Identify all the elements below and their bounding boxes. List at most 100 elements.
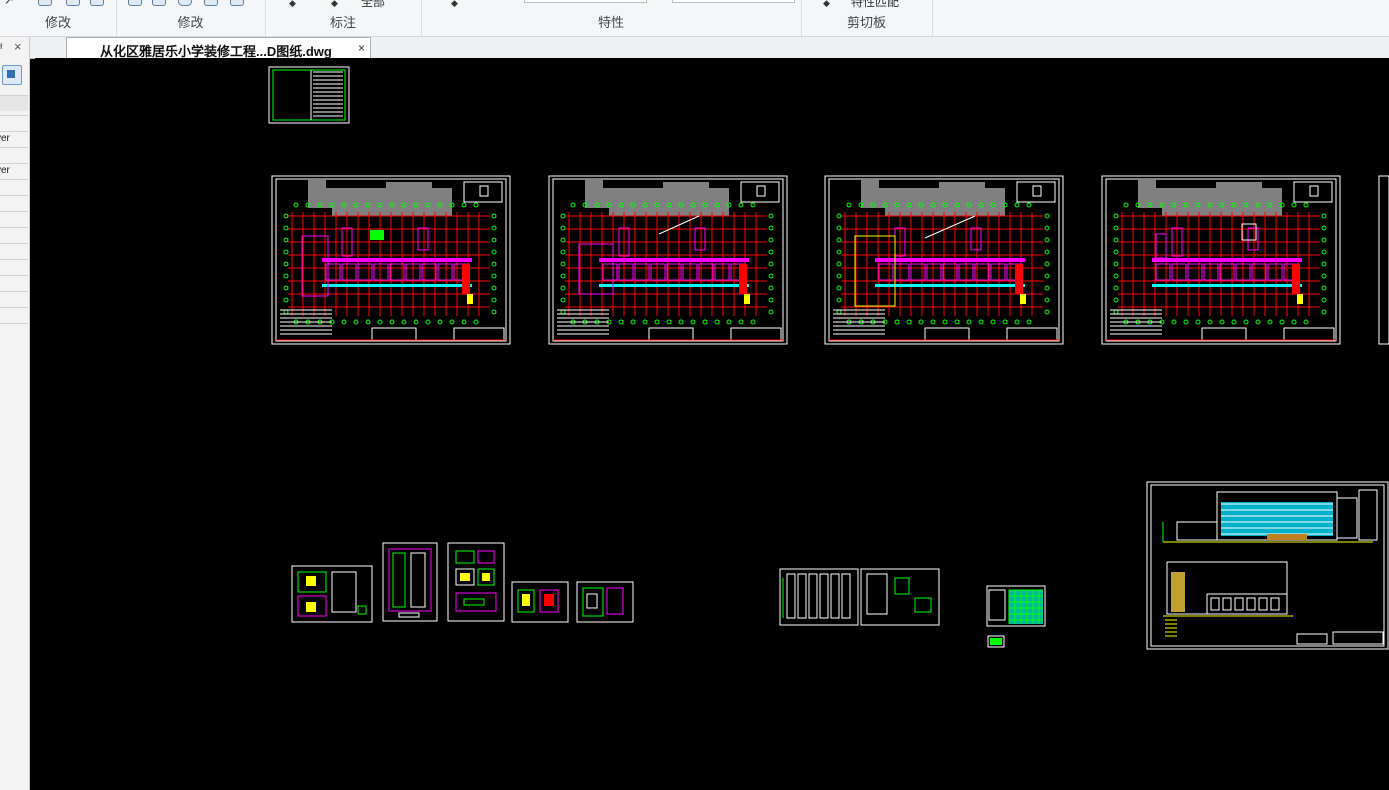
classroom-outline bbox=[1203, 263, 1219, 281]
dropdown-caret-icon[interactable]: ◆ bbox=[451, 0, 458, 9]
axis-bubble bbox=[836, 261, 842, 267]
title-block bbox=[371, 327, 417, 341]
axis-bubble bbox=[1291, 319, 1297, 325]
elevation-panel bbox=[819, 573, 829, 619]
detail-element bbox=[582, 587, 604, 617]
dropdown-caret-icon[interactable]: ◆ bbox=[289, 0, 296, 9]
dropdown-caret-icon[interactable]: ◆ bbox=[823, 0, 830, 9]
axis-bubble bbox=[491, 249, 497, 255]
floor-plan-sheet-frame bbox=[1378, 175, 1389, 345]
dim-all-button[interactable]: 全部 bbox=[361, 0, 385, 10]
match-properties-button[interactable]: 特性匹配 bbox=[851, 0, 899, 10]
axis-bubble bbox=[1044, 261, 1050, 267]
elevation-sheet-frame bbox=[779, 568, 859, 626]
palette-row[interactable] bbox=[0, 243, 28, 259]
palette-row[interactable] bbox=[0, 307, 28, 323]
classroom-outline bbox=[990, 263, 1006, 281]
axis-bubble bbox=[1113, 213, 1119, 219]
ribbon-clipped-icon[interactable] bbox=[178, 0, 192, 6]
palette-row[interactable]: yer bbox=[0, 131, 28, 147]
key-plan bbox=[740, 181, 780, 203]
palette-row[interactable]: yer bbox=[0, 163, 28, 179]
axis-bubble bbox=[738, 202, 744, 208]
palette-row[interactable] bbox=[0, 195, 28, 211]
axis-bubble bbox=[283, 309, 289, 315]
toilet-block bbox=[462, 264, 470, 294]
title-block bbox=[1283, 327, 1335, 341]
equipment-mark bbox=[1020, 294, 1026, 304]
ribbon-group-clipboard: ◆ 特性匹配 剪切板 bbox=[801, 0, 933, 36]
detail-element bbox=[463, 598, 485, 606]
axis-bubble bbox=[560, 309, 566, 315]
tab-close-icon[interactable]: × bbox=[358, 41, 365, 55]
detail-element bbox=[866, 573, 888, 615]
dropdown-caret-icon[interactable]: ◆ bbox=[331, 0, 338, 9]
palette-row[interactable] bbox=[0, 275, 28, 291]
ribbon-clipped-icon[interactable] bbox=[204, 0, 218, 6]
axis-bubble bbox=[750, 202, 756, 208]
color-select[interactable] bbox=[524, 0, 647, 3]
axis-bubble bbox=[1014, 319, 1020, 325]
axis-bubble bbox=[1303, 202, 1309, 208]
document-tab[interactable]: 从化区雅居乐小学装修工程...D图纸.dwg × bbox=[66, 37, 371, 59]
ribbon-clipped-icon[interactable] bbox=[152, 0, 166, 6]
axis-bubble bbox=[353, 319, 359, 325]
axis-bubble bbox=[836, 213, 842, 219]
equipment-mark bbox=[1297, 294, 1303, 304]
axis-bubble bbox=[750, 319, 756, 325]
quick-select-icon[interactable] bbox=[2, 65, 22, 85]
axis-bubble bbox=[1279, 319, 1285, 325]
detail-element bbox=[914, 597, 932, 613]
axis-bubble bbox=[1171, 319, 1177, 325]
corridor-line bbox=[322, 284, 472, 287]
elevation-panel bbox=[786, 573, 796, 619]
detail-element bbox=[894, 577, 910, 595]
low-block bbox=[1176, 521, 1218, 541]
linetype-select[interactable] bbox=[672, 0, 795, 3]
axis-bubble bbox=[1113, 273, 1119, 279]
title-block bbox=[1201, 327, 1247, 341]
elevation-panel bbox=[808, 573, 818, 619]
close-icon[interactable]: × bbox=[14, 39, 22, 54]
axis-bubble bbox=[654, 319, 660, 325]
palette-row[interactable] bbox=[0, 227, 28, 243]
classroom-outline bbox=[602, 263, 618, 281]
axis-bubble bbox=[768, 309, 774, 315]
stair-outline bbox=[417, 227, 429, 251]
axis-bubble bbox=[1321, 285, 1327, 291]
ribbon-group-modify: 修改 bbox=[0, 0, 117, 36]
axis-bubble bbox=[283, 249, 289, 255]
title-block bbox=[1332, 631, 1384, 645]
palette-row[interactable] bbox=[0, 95, 28, 111]
palette-row[interactable] bbox=[0, 291, 28, 307]
palette-row[interactable] bbox=[0, 147, 28, 163]
detail-element bbox=[460, 573, 470, 581]
palette-row[interactable] bbox=[0, 179, 28, 195]
detail-element bbox=[410, 552, 426, 608]
detail-element bbox=[306, 576, 316, 586]
axis-bubble bbox=[702, 319, 708, 325]
axis-bubble bbox=[1321, 237, 1327, 243]
palette-row[interactable] bbox=[0, 211, 28, 227]
axis-bubble bbox=[768, 213, 774, 219]
equipment-mark bbox=[467, 294, 473, 304]
ribbon-clipped-icon[interactable] bbox=[230, 0, 244, 6]
window-opening bbox=[1234, 597, 1244, 611]
pin-icon[interactable]: ᵼ bbox=[0, 40, 2, 52]
axis-bubble bbox=[1044, 309, 1050, 315]
axis-bubble bbox=[491, 237, 497, 243]
ribbon-clipped-icon[interactable] bbox=[128, 0, 142, 6]
axis-bubble bbox=[1291, 202, 1297, 208]
axis-bubble bbox=[738, 319, 744, 325]
group-label-clipboard: 剪切板 bbox=[846, 15, 886, 30]
palette-divider bbox=[0, 323, 28, 324]
axis-bubble bbox=[768, 285, 774, 291]
group-label-modify-main: 修改 bbox=[177, 15, 204, 30]
axis-bubble bbox=[768, 249, 774, 255]
drawing-canvas[interactable] bbox=[35, 58, 1389, 790]
palette-row[interactable] bbox=[0, 115, 28, 131]
axis-bubble bbox=[726, 319, 732, 325]
title-block bbox=[924, 327, 970, 341]
palette-row[interactable] bbox=[0, 259, 28, 275]
detail-element bbox=[586, 593, 598, 609]
